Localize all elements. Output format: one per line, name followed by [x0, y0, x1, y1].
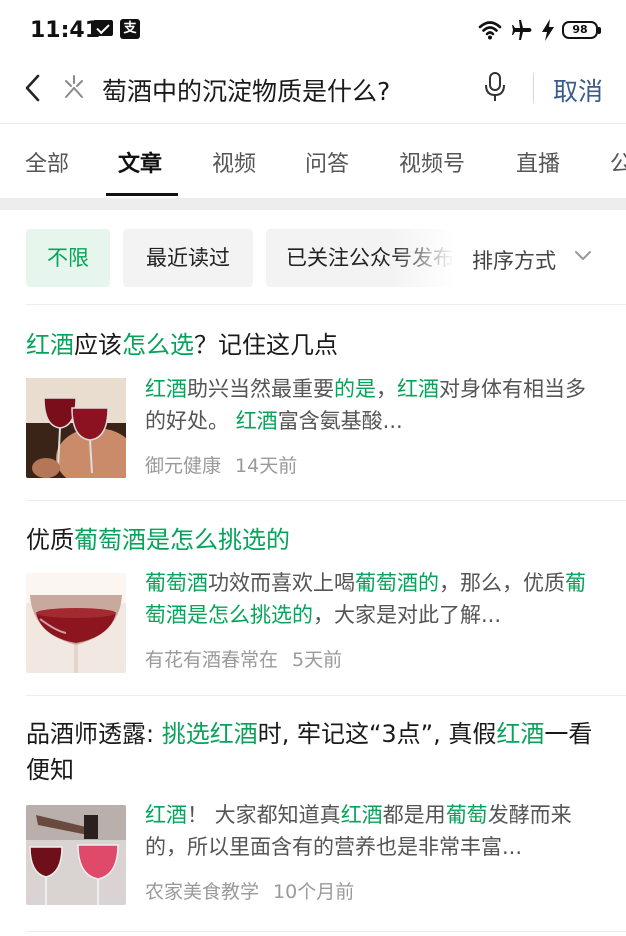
article-title[interactable]: 红酒应该怎么选？记住这几点 — [26, 327, 606, 363]
article-snippet: 红酒！ 大家都知道真红酒都是用葡萄发酵而来的，所以里面含有的营养也是非常丰富..… — [145, 799, 605, 863]
article-title[interactable]: 品酒师透露: 挑选红酒时, 牢记这“3点”, 真假红酒一看便知 — [26, 716, 606, 788]
article-divider — [26, 931, 626, 932]
article-source[interactable]: 御元健康 — [145, 455, 221, 477]
text-segment: ，那么，优质 — [439, 571, 565, 595]
mail-notification-icon — [93, 20, 113, 36]
battery-icon: 98 — [562, 21, 601, 39]
back-icon[interactable] — [18, 68, 48, 108]
active-tab-indicator — [106, 193, 178, 196]
highlighted-keyword: 红酒 — [145, 377, 187, 401]
payment-app-icon: 支 — [120, 19, 140, 39]
filter-chip-any[interactable]: 不限 — [26, 229, 110, 287]
wifi-icon — [478, 21, 502, 40]
microphone-icon[interactable] — [483, 71, 507, 103]
charging-icon — [542, 19, 554, 41]
highlighted-keyword: 红酒 — [340, 803, 383, 827]
text-segment: 富含氨基酸... — [277, 409, 403, 433]
sort-dropdown[interactable]: 排序方式 — [472, 245, 586, 275]
article-snippet: 红酒助兴当然最重要的是，红酒对身体有相当多的好处。 红酒富含氨基酸... — [145, 373, 605, 437]
article-source[interactable]: 有花有酒春常在 — [145, 649, 278, 671]
highlighted-keyword: 挑选红酒 — [161, 720, 258, 748]
text-segment: 功效而喜欢上喝 — [208, 571, 355, 595]
highlighted-keyword: 红酒 — [235, 409, 278, 433]
article-time: 14天前 — [235, 455, 298, 477]
article-item[interactable]: 品酒师透露: 挑选红酒时, 牢记这“3点”, 真假红酒一看便知 红酒！ 大家都知… — [0, 696, 626, 931]
filter-bar: 不限 最近读过 已关注公众号发布 排序方式 — [0, 210, 626, 304]
tab-all[interactable]: 全部 — [25, 146, 69, 178]
article-thumbnail — [26, 378, 126, 478]
highlighted-keyword: 葡萄酒的 — [355, 571, 439, 595]
tab-qa[interactable]: 问答 — [305, 146, 349, 178]
text-segment: 都是用 — [382, 803, 446, 827]
search-bar: 萄酒中的沉淀物质是什么? 取消 — [0, 60, 626, 122]
tab-videos[interactable]: 视频 — [212, 146, 256, 178]
text-segment: ，大家是对此了解... — [313, 603, 502, 627]
article-time: 5天前 — [292, 649, 343, 671]
article-meta: 农家美食教学 10个月前 — [145, 877, 354, 904]
article-snippet: 葡萄酒功效而喜欢上喝葡萄酒的，那么，优质葡萄酒是怎么挑选的，大家是对此了解... — [145, 567, 605, 631]
highlighted-keyword: 葡萄酒是怎么挑选的 — [74, 526, 290, 554]
text-segment: 时, 牢记这“3点”, 真假 — [257, 720, 497, 748]
article-item[interactable]: 优质葡萄酒是怎么挑选的 葡萄酒功效而喜欢上喝葡萄酒的，那么，优质 葡萄酒是怎么挑选… — [0, 501, 626, 695]
highlighted-keyword: 红酒 — [26, 331, 74, 359]
filter-chip-recently-read[interactable]: 最近读过 — [123, 229, 253, 287]
cancel-button[interactable]: 取消 — [553, 72, 603, 108]
article-thumbnail — [26, 805, 126, 905]
search-input[interactable]: 萄酒中的沉淀物质是什么? — [102, 72, 390, 108]
article-time: 10个月前 — [273, 881, 355, 903]
tab-live[interactable]: 直播 — [516, 146, 560, 178]
article-thumbnail — [26, 573, 126, 673]
highlighted-keyword: 葡萄酒 — [145, 571, 208, 595]
text-segment: 品酒师透露: — [26, 720, 162, 748]
airplane-mode-icon — [512, 20, 532, 40]
search-divider — [533, 73, 534, 103]
highlighted-keyword: 葡萄 — [445, 803, 488, 827]
chevron-down-icon[interactable] — [573, 246, 593, 266]
highlighted-keyword: 的是 — [334, 377, 376, 401]
article-meta: 御元健康 14天前 — [145, 451, 297, 478]
text-segment: ， — [376, 377, 397, 401]
article-title[interactable]: 优质葡萄酒是怎么挑选的 — [26, 522, 606, 558]
tab-articles[interactable]: 文章 — [118, 146, 162, 178]
highlighted-keyword: 红酒 — [145, 803, 187, 827]
text-segment: 助兴当然最重要 — [187, 377, 334, 401]
article-item[interactable]: 红酒应该怎么选？记住这几点 红酒助兴当然最重要的是，红酒对身体有相当多的好处。 … — [0, 305, 626, 500]
status-bar: 11:41 支 98 — [0, 0, 626, 60]
article-source[interactable]: 农家美食教学 — [145, 881, 259, 903]
section-gap — [0, 198, 626, 210]
text-segment: 应该 — [74, 331, 122, 359]
sparkle-icon — [65, 75, 83, 98]
tab-bar: 全部 文章 视频 问答 视频号 直播 公 — [0, 124, 626, 198]
text-segment: ？记住这几点 — [194, 331, 338, 359]
tab-official-accounts[interactable]: 公 — [610, 146, 626, 178]
filter-fade — [390, 229, 470, 287]
highlighted-keyword: 红酒 — [397, 377, 439, 401]
highlighted-keyword: 怎么选 — [122, 331, 194, 359]
highlighted-keyword: 红酒 — [496, 720, 545, 748]
text-segment: ！ 大家都知道真 — [187, 803, 341, 827]
article-meta: 有花有酒春常在 5天前 — [145, 645, 342, 672]
text-segment: 优质 — [26, 526, 74, 554]
status-time: 11:41 — [30, 18, 101, 43]
tab-channels[interactable]: 视频号 — [399, 146, 465, 178]
